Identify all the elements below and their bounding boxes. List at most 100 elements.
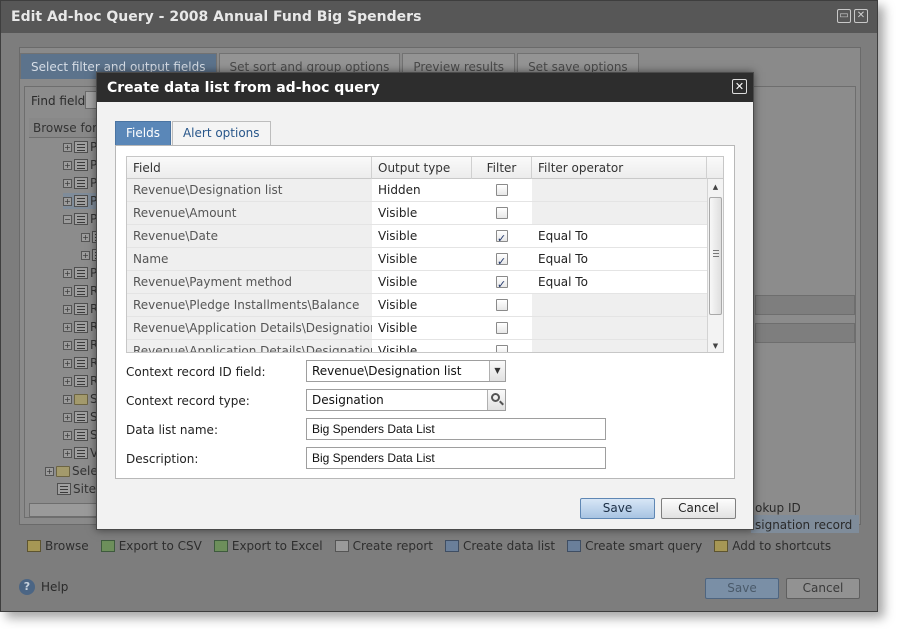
filter-checkbox[interactable] [496, 228, 508, 247]
filter-operator-cell[interactable] [532, 317, 707, 339]
close-icon[interactable]: ✕ [854, 9, 868, 23]
tree-item[interactable]: + P [63, 265, 97, 281]
filter-operator-cell[interactable] [532, 340, 707, 352]
tree-item[interactable]: + R [63, 373, 98, 389]
grid-row[interactable]: Revenue\Designation list Hidden [127, 179, 709, 202]
dialog-cancel-button[interactable]: Cancel [661, 498, 736, 519]
expand-icon[interactable]: + [63, 358, 72, 368]
expand-icon[interactable]: + [63, 268, 72, 278]
column-header-output-type[interactable]: Output type [372, 157, 472, 179]
output-type-cell[interactable]: Hidden [372, 179, 472, 201]
expand-icon[interactable]: + [63, 322, 72, 332]
expand-icon[interactable]: + [81, 232, 90, 242]
filter-operator-cell[interactable] [532, 202, 707, 224]
create-smart-query-button[interactable]: Create smart query [567, 539, 702, 553]
tab-fields[interactable]: Fields [115, 121, 171, 145]
window-save-button[interactable]: Save [705, 578, 779, 599]
tree-item[interactable]: + V [63, 445, 98, 461]
expand-icon[interactable]: + [45, 466, 54, 476]
tree-item[interactable]: + R [63, 319, 98, 335]
expand-icon[interactable]: + [63, 448, 72, 458]
chevron-down-icon[interactable]: ▼ [489, 361, 505, 381]
expand-icon[interactable]: + [63, 178, 72, 188]
output-type-cell[interactable]: Visible [372, 271, 472, 293]
scroll-up-icon[interactable]: ▲ [708, 179, 723, 195]
create-data-list-button[interactable]: Create data list [444, 539, 555, 553]
output-type-cell[interactable]: Visible [372, 225, 472, 247]
output-type-cell[interactable]: Visible [372, 294, 472, 316]
tree-item[interactable]: + S [63, 409, 98, 425]
expand-icon[interactable]: + [63, 376, 72, 386]
grid-row[interactable]: NameVisible Equal To [127, 248, 709, 271]
grid-vertical-scrollbar[interactable]: ▲ ▼ [707, 179, 723, 352]
filter-checkbox[interactable] [496, 274, 508, 293]
tree-item[interactable]: + S [63, 427, 98, 443]
tree-item[interactable]: − P [63, 211, 97, 227]
collapse-icon[interactable]: − [63, 214, 72, 224]
expand-icon[interactable]: + [63, 160, 72, 170]
help-link[interactable]: ? Help [19, 579, 68, 595]
tree-item[interactable]: + S [63, 391, 98, 407]
filter-operator-cell[interactable]: Equal To [532, 248, 707, 270]
window-cancel-button[interactable]: Cancel [786, 578, 860, 599]
filter-checkbox[interactable] [496, 184, 508, 196]
tree-item[interactable]: + P [63, 175, 97, 191]
expand-icon[interactable]: + [81, 250, 90, 260]
expand-icon[interactable]: + [63, 196, 72, 206]
tree-item[interactable]: + R [63, 301, 98, 317]
tree-item[interactable]: + R [63, 337, 98, 353]
context-record-id-field-select[interactable]: Revenue\Designation list ▼ [306, 360, 506, 382]
filter-operator-cell[interactable] [532, 179, 707, 201]
filter-operator-cell[interactable]: Equal To [532, 225, 707, 247]
filter-checkbox[interactable] [496, 207, 508, 219]
grid-body: Revenue\Designation list Hidden Revenue\Am… [127, 179, 709, 352]
filter-checkbox[interactable] [496, 322, 508, 334]
context-record-type-field[interactable]: Designation [306, 389, 506, 411]
output-type-cell[interactable]: Visible [372, 340, 472, 352]
column-header-field[interactable]: Field [127, 157, 372, 179]
expand-icon[interactable]: + [63, 340, 72, 350]
filter-operator-cell[interactable] [532, 294, 707, 316]
scroll-down-icon[interactable]: ▼ [708, 338, 723, 352]
browse-button[interactable]: Browse [27, 539, 89, 553]
filter-checkbox[interactable] [496, 345, 508, 352]
column-header-filter[interactable]: Filter [472, 157, 532, 179]
tree-item[interactable]: + R [63, 283, 98, 299]
expand-icon[interactable]: + [63, 430, 72, 440]
export-csv-button[interactable]: Export to CSV [100, 539, 202, 553]
grid-row[interactable]: Revenue\DateVisible Equal To [127, 225, 709, 248]
filter-operator-cell[interactable]: Equal To [532, 271, 707, 293]
grid-row[interactable]: Revenue\Application Details\Designation\… [127, 317, 709, 340]
column-header-filter-operator[interactable]: Filter operator [532, 157, 707, 179]
data-list-name-input[interactable] [306, 418, 606, 440]
description-input[interactable] [306, 447, 606, 469]
grid-row[interactable]: Revenue\Payment methodVisible Equal To [127, 271, 709, 294]
create-report-button[interactable]: Create report [334, 539, 433, 553]
export-excel-button[interactable]: Export to Excel [213, 539, 323, 553]
dialog-close-icon[interactable]: ✕ [732, 79, 747, 94]
expand-icon[interactable]: + [63, 142, 72, 152]
scroll-thumb[interactable] [709, 197, 722, 315]
output-type-cell[interactable]: Visible [372, 317, 472, 339]
dialog-save-button[interactable]: Save [580, 498, 655, 519]
tab-alert-options[interactable]: Alert options [171, 121, 271, 145]
maximize-icon[interactable]: ▭ [837, 9, 851, 23]
tree-item[interactable]: + P [63, 139, 97, 155]
expand-icon[interactable]: + [63, 286, 72, 296]
tree-item[interactable]: + P [63, 193, 98, 209]
output-type-cell[interactable]: Visible [372, 248, 472, 270]
tree-item[interactable]: + R [63, 355, 98, 371]
expand-icon[interactable]: + [63, 304, 72, 314]
filter-checkbox[interactable] [496, 299, 508, 311]
grid-row[interactable]: Revenue\Pledge Installments\Balance Visib… [127, 294, 709, 317]
grid-row[interactable]: Revenue\Application Details\Designation\… [127, 340, 709, 352]
expand-icon[interactable]: + [63, 394, 72, 404]
search-button[interactable] [487, 390, 505, 410]
tree-item[interactable]: + Sele [45, 463, 98, 479]
grid-row[interactable]: Revenue\Amount Visible [127, 202, 709, 225]
tree-item[interactable]: + P [63, 157, 97, 173]
expand-icon[interactable]: + [63, 412, 72, 422]
filter-checkbox[interactable] [496, 251, 508, 270]
output-type-cell[interactable]: Visible [372, 202, 472, 224]
add-to-shortcuts-button[interactable]: Add to shortcuts [714, 539, 831, 553]
